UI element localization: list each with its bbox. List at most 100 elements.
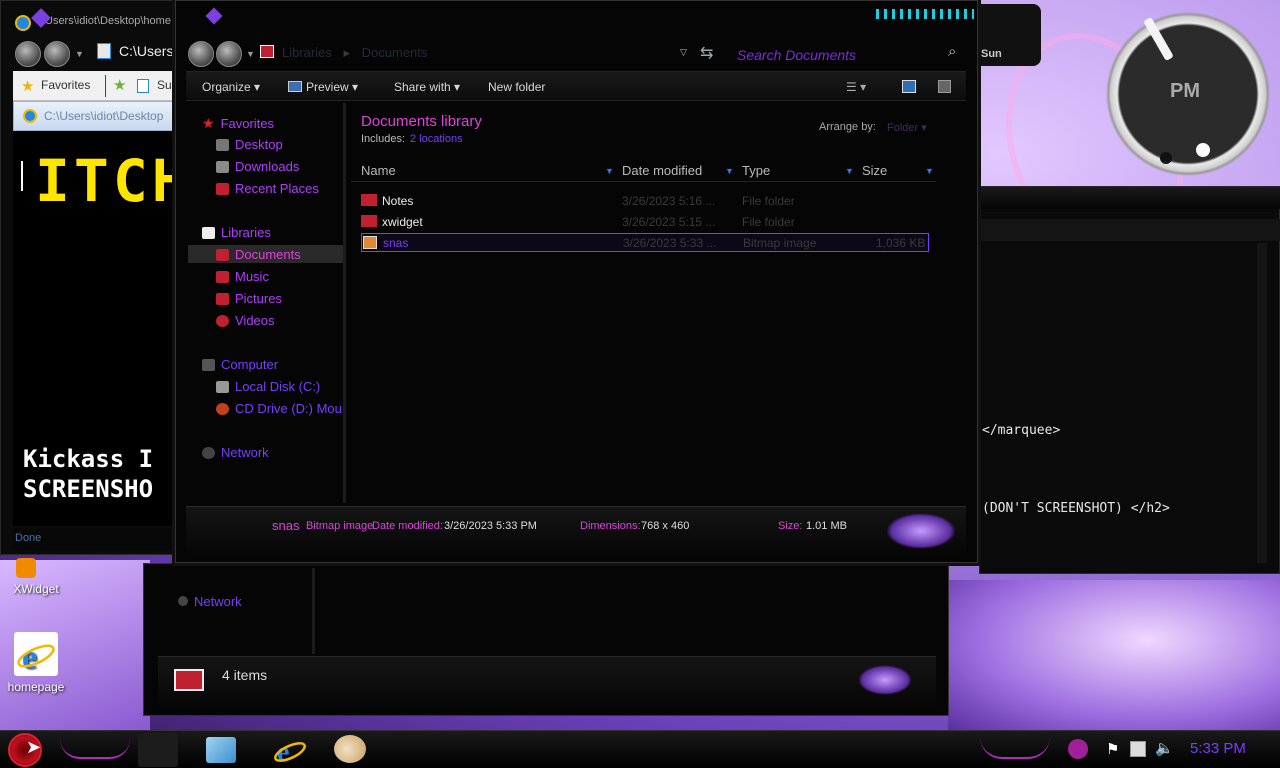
library-icon <box>174 669 204 691</box>
desktop-icon-xwidget[interactable]: XWidget <box>0 558 72 596</box>
nav-item-videos[interactable]: Videos <box>216 313 275 328</box>
internet-explorer-icon[interactable]: e <box>270 733 310 768</box>
breadcrumb-separator: ▸ <box>343 45 351 60</box>
hard-disk-icon <box>216 380 229 393</box>
scrollbar[interactable] <box>1257 243 1267 563</box>
file-row-selected[interactable]: snas 3/26/2023 5:33 ... Bitmap image 1,0… <box>361 233 929 252</box>
view-options-icon[interactable]: ☰ ▾ <box>846 80 866 94</box>
includes-locations-link[interactable]: 2 locations <box>410 133 463 145</box>
volume-muted-icon[interactable]: 🔈 <box>1155 739 1174 757</box>
preview-menu[interactable]: Preview ▾ <box>288 80 358 94</box>
code-line: (DON'T SCREENSHOT) </h2> <box>982 501 1170 516</box>
back-button[interactable] <box>15 41 41 67</box>
arrange-by-dropdown[interactable]: Folder ▾ <box>887 121 927 134</box>
network-status-icon[interactable] <box>1130 741 1146 757</box>
search-icon[interactable]: ⌕ <box>948 43 956 60</box>
action-center-flag-icon[interactable]: ⚑ <box>1106 740 1119 758</box>
butterfly-icon <box>886 513 956 549</box>
nav-item-music[interactable]: Music <box>216 269 269 284</box>
favbar-link[interactable]: Su <box>157 78 172 92</box>
bitmap-file-icon <box>363 236 377 249</box>
file-row[interactable]: xwidget 3/26/2023 5:15 ... File folder <box>351 212 921 231</box>
back-button[interactable] <box>188 41 214 67</box>
refresh-icon[interactable]: ⇆ <box>700 43 713 63</box>
nav-item-pictures[interactable]: Pictures <box>216 291 282 306</box>
nav-item-recent-places[interactable]: Recent Places <box>216 181 319 196</box>
svg-text:e: e <box>22 639 37 676</box>
favorites-button[interactable]: Favorites <box>41 78 90 92</box>
file-type: Bitmap image <box>743 236 817 250</box>
nav-item-favorites[interactable]: ★ Favorites <box>202 115 274 132</box>
forward-button[interactable] <box>216 41 242 67</box>
nav-item-network[interactable]: Network <box>194 594 242 609</box>
downloads-icon <box>216 160 229 173</box>
file-row[interactable]: Notes 3/26/2023 5:16 ... File folder <box>351 191 921 210</box>
column-header-size[interactable]: Size <box>862 163 887 178</box>
clock-hand <box>1143 16 1174 62</box>
chevron-down-icon[interactable]: ▼ <box>725 166 734 176</box>
nav-item-libraries[interactable]: Libraries <box>202 225 271 240</box>
window-titlebar <box>176 1 977 37</box>
tab-current[interactable]: C:\Users\idiot\Desktop <box>13 101 175 131</box>
file-size: 1,036 KB <box>876 236 926 250</box>
organize-menu[interactable]: Organize ▾ <box>202 80 260 94</box>
items-count: 4 items <box>222 667 268 683</box>
right-window: </marquee> (DON'T SCREENSHOT) </h2> <box>979 186 1280 574</box>
day-label: Sun <box>981 48 1002 60</box>
nav-item-cd-drive[interactable]: CD Drive (D:) Mou <box>216 401 342 416</box>
notepad-icon[interactable] <box>206 737 236 763</box>
new-folder-button[interactable]: New folder <box>488 80 545 94</box>
includes-label: Includes: <box>361 133 406 145</box>
paint-icon[interactable] <box>334 735 366 763</box>
clock-ampm: PM <box>1170 80 1200 102</box>
breadcrumb-documents[interactable]: Documents <box>362 45 428 60</box>
help-icon[interactable] <box>938 80 951 93</box>
chevron-down-icon[interactable]: ▼ <box>925 166 934 176</box>
pane-divider[interactable] <box>343 103 346 503</box>
chevron-down-icon[interactable]: ▼ <box>605 166 614 176</box>
command-bar: Organize ▾ Preview ▾ Share with ▾ New fo… <box>186 71 966 101</box>
chevron-down-icon[interactable]: ▽ <box>680 47 687 58</box>
details-size-label: Size: <box>778 520 803 532</box>
nav-item-local-disk[interactable]: Local Disk (C:) <box>216 379 320 394</box>
column-header-type[interactable]: Type <box>742 163 770 178</box>
chevron-down-icon[interactable]: ▼ <box>246 49 255 59</box>
nav-item-downloads[interactable]: Downloads <box>216 159 299 174</box>
ie-logo-icon <box>15 15 31 31</box>
nav-item-computer[interactable]: Computer <box>202 357 278 372</box>
clock-gadget[interactable]: PM <box>1100 6 1276 182</box>
nav-item-desktop[interactable]: Desktop <box>216 137 283 152</box>
column-header-date[interactable]: Date modified <box>622 163 702 178</box>
taskbar-clock[interactable]: 5:33 PM <box>1190 740 1246 757</box>
nav-item-network[interactable]: Network <box>202 445 269 460</box>
forward-button[interactable] <box>44 41 70 67</box>
sun-widget-bar: Sun <box>979 4 1041 66</box>
page-text-line: Kickass I <box>23 445 154 473</box>
desktop-icon-homepage[interactable]: e homepage <box>0 632 72 694</box>
file-name: snas <box>383 236 409 250</box>
column-header-name[interactable]: Name <box>361 163 396 178</box>
pictures-icon <box>216 292 229 305</box>
folder-icon <box>361 215 377 227</box>
details-size-value: 1.01 MB <box>806 520 847 532</box>
file-date: 3/26/2023 5:15 ... <box>622 215 716 229</box>
file-date: 3/26/2023 5:16 ... <box>622 194 716 208</box>
address-bar[interactable]: C:\Users\ <box>119 43 177 59</box>
preview-pane-icon[interactable] <box>902 80 916 93</box>
taskbar-app-icon[interactable] <box>138 733 178 767</box>
breadcrumb[interactable]: Libraries ▸ Documents <box>282 45 427 61</box>
chevron-down-icon[interactable]: ▼ <box>845 166 854 176</box>
favorites-bar: ★ Favorites ★ Su <box>13 71 175 101</box>
search-input[interactable]: Search Documents <box>729 43 969 67</box>
details-dimensions-label: Dimensions: <box>580 520 641 532</box>
breadcrumb-libraries[interactable]: Libraries <box>282 45 332 60</box>
chevron-down-icon[interactable]: ▼ <box>75 49 84 59</box>
network-icon <box>178 596 188 606</box>
nav-item-documents[interactable]: Documents <box>216 247 301 262</box>
share-with-menu[interactable]: Share with ▾ <box>394 80 460 94</box>
details-date-label: Date modified: <box>372 520 443 532</box>
network-icon <box>202 446 215 459</box>
add-favorite-icon[interactable]: ★ <box>113 76 126 94</box>
tray-flower-icon[interactable] <box>1068 739 1088 759</box>
details-pane: 4 items <box>158 656 936 708</box>
